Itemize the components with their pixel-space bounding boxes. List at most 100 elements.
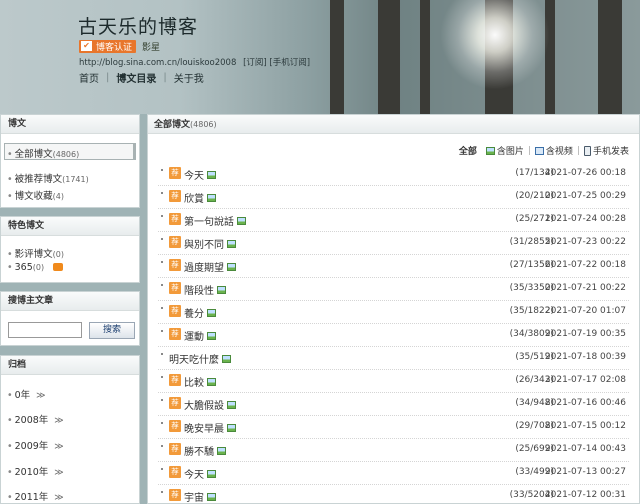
image-icon — [217, 286, 226, 294]
cert-row: ✔ 博客认证 影星 — [79, 39, 160, 53]
bullet-icon — [161, 215, 163, 217]
bullet-icon — [161, 330, 163, 332]
post-date: 2021-07-16 00:46 — [544, 398, 626, 408]
bullet-icon — [161, 238, 163, 240]
recommended-badge: 荐 — [169, 305, 181, 317]
blog-title[interactable]: 古天乐的博客 — [78, 12, 198, 39]
recommended-badge: 荐 — [169, 489, 181, 501]
post-row: 荐晚安早晨 (29/708) 2021-07-15 00:12 — [158, 416, 629, 439]
header-sun-glow — [440, 0, 550, 90]
post-row: 荐大膽假設 (34/948) 2021-07-16 00:46 — [158, 393, 629, 416]
post-row: 荐勝不驕 (25/699) 2021-07-14 00:43 — [158, 439, 629, 462]
post-row: 荐今天 (17/134) 2021-07-26 00:18 — [158, 163, 629, 186]
post-title-link[interactable]: 勝不驕 — [184, 443, 226, 458]
search-button[interactable]: 搜索 — [89, 322, 135, 339]
post-date: 2021-07-14 00:43 — [544, 444, 626, 454]
post-title-link[interactable]: 第一句說話 — [184, 213, 246, 228]
post-filters: 全部 含图片 | 含视频 | 手机发表 — [459, 144, 629, 157]
posts-panel: 博文 • 全部博文(4806) • 被推荐博文(1741) • 博文收藏(4) — [0, 114, 140, 208]
sidebar-item-all-posts[interactable]: • 全部博文(4806) — [7, 146, 79, 160]
bullet-icon — [161, 261, 163, 263]
image-icon — [207, 171, 216, 179]
post-title-link[interactable]: 與別不同 — [184, 236, 236, 251]
post-date: 2021-07-12 00:31 — [544, 490, 626, 500]
post-date: 2021-07-18 00:39 — [544, 352, 626, 362]
chevron-down-icon[interactable]: ≫ — [54, 468, 63, 478]
archive-year-2010[interactable]: • 2010年 ≫ — [7, 464, 64, 478]
header-photo-tree — [420, 0, 430, 114]
sidebar-item-favorites[interactable]: • 博文收藏(4) — [7, 188, 64, 202]
image-icon — [207, 470, 216, 478]
filter-divider: | — [527, 145, 531, 156]
video-icon — [534, 146, 544, 155]
nav-home[interactable]: 首页 — [79, 70, 99, 85]
post-title-link[interactable]: 養分 — [184, 305, 216, 320]
filter-with-video[interactable]: 含视频 — [546, 144, 573, 157]
chevron-down-icon[interactable]: ≫ — [54, 493, 63, 503]
header-photo-tree — [598, 0, 622, 114]
post-date: 2021-07-23 00:22 — [544, 237, 626, 247]
post-date: 2021-07-26 00:18 — [544, 168, 626, 178]
nav-post-index[interactable]: 博文目录 — [116, 70, 156, 85]
post-title-link[interactable]: 過度期望 — [184, 259, 236, 274]
post-title-link[interactable]: 晚安早晨 — [184, 420, 236, 435]
header-photo-tree — [378, 0, 400, 114]
nav-divider: | — [106, 72, 110, 83]
sidebar-item-recommended[interactable]: • 被推荐博文(1741) — [7, 171, 89, 185]
image-icon — [207, 309, 216, 317]
header-photo-tree — [330, 0, 344, 114]
sidebar-item-reviews[interactable]: • 影评博文(0) — [7, 246, 64, 260]
archive-year-0[interactable]: • 0年 ≫ — [7, 387, 46, 401]
recommended-badge: 荐 — [169, 374, 181, 386]
post-title-link[interactable]: 運動 — [184, 328, 216, 343]
post-row: 荐階段性 (35/3350) 2021-07-21 00:22 — [158, 278, 629, 301]
sidebar-item-365[interactable]: • 365(0) — [7, 262, 64, 273]
chevron-down-icon[interactable]: ≫ — [54, 442, 63, 452]
filter-mobile[interactable]: 手机发表 — [593, 144, 629, 157]
chevron-down-icon[interactable]: ≫ — [36, 391, 45, 401]
image-icon — [227, 401, 236, 409]
blog-nav: 首页 | 博文目录 | 关于我 — [79, 70, 204, 85]
bullet-icon — [161, 192, 163, 194]
post-title-link[interactable]: 大膽假設 — [184, 397, 236, 412]
post-title-link[interactable]: 今天 — [184, 167, 216, 182]
post-title-link[interactable]: 比較 — [184, 374, 216, 389]
filter-all[interactable]: 全部 — [459, 144, 477, 157]
bullet-icon — [161, 422, 163, 424]
subscribe-links[interactable]: [订阅] [手机订阅] — [243, 58, 310, 68]
archive-year-2008[interactable]: • 2008年 ≫ — [7, 412, 64, 426]
image-icon — [207, 332, 216, 340]
search-input[interactable] — [8, 322, 82, 338]
post-list-panel: 全部博文(4806) 全部 含图片 | 含视频 | 手机发表 荐今天 (17/13… — [147, 114, 640, 504]
filter-divider: | — [576, 145, 580, 156]
comment-icon — [53, 263, 64, 271]
post-title-link[interactable]: 今天 — [184, 466, 216, 481]
image-icon — [207, 194, 216, 202]
image-icon — [217, 447, 226, 455]
cert-badge[interactable]: ✔ 博客认证 — [79, 39, 137, 53]
filter-with-images[interactable]: 含图片 — [497, 144, 524, 157]
recommended-badge: 荐 — [169, 466, 181, 478]
post-row: 荐過度期望 (27/1356) 2021-07-22 00:18 — [158, 255, 629, 278]
cert-badge-label: 博客认证 — [96, 42, 133, 53]
post-title-link[interactable]: 階段性 — [184, 282, 226, 297]
image-icon — [227, 263, 236, 271]
post-title-link[interactable]: 欣賞 — [184, 190, 216, 205]
recommended-badge: 荐 — [169, 236, 181, 248]
post-row: 荐第一句說話 (25/271) 2021-07-24 00:28 — [158, 209, 629, 232]
nav-about[interactable]: 关于我 — [174, 70, 204, 85]
post-row: 荐養分 (35/1822) 2021-07-20 01:07 — [158, 301, 629, 324]
recommended-badge: 荐 — [169, 282, 181, 294]
chevron-down-icon[interactable]: ≫ — [54, 416, 63, 426]
image-icon — [237, 217, 246, 225]
post-row: 荐與別不同 (31/2855) 2021-07-23 00:22 — [158, 232, 629, 255]
bullet-icon — [161, 169, 163, 171]
post-title-link[interactable]: 宇宙 — [184, 489, 216, 504]
archive-year-2009[interactable]: • 2009年 ≫ — [7, 438, 64, 452]
blog-header: 古天乐的博客 ✔ 博客认证 影星 http://blog.sina.com.cn… — [0, 0, 640, 114]
bullet-icon — [161, 376, 163, 378]
archive-year-2011[interactable]: • 2011年 ≫ — [7, 489, 64, 503]
bullet-icon — [161, 445, 163, 447]
recommended-badge: 荐 — [169, 259, 181, 271]
post-title-link[interactable]: 明天吃什麼 — [169, 351, 231, 366]
